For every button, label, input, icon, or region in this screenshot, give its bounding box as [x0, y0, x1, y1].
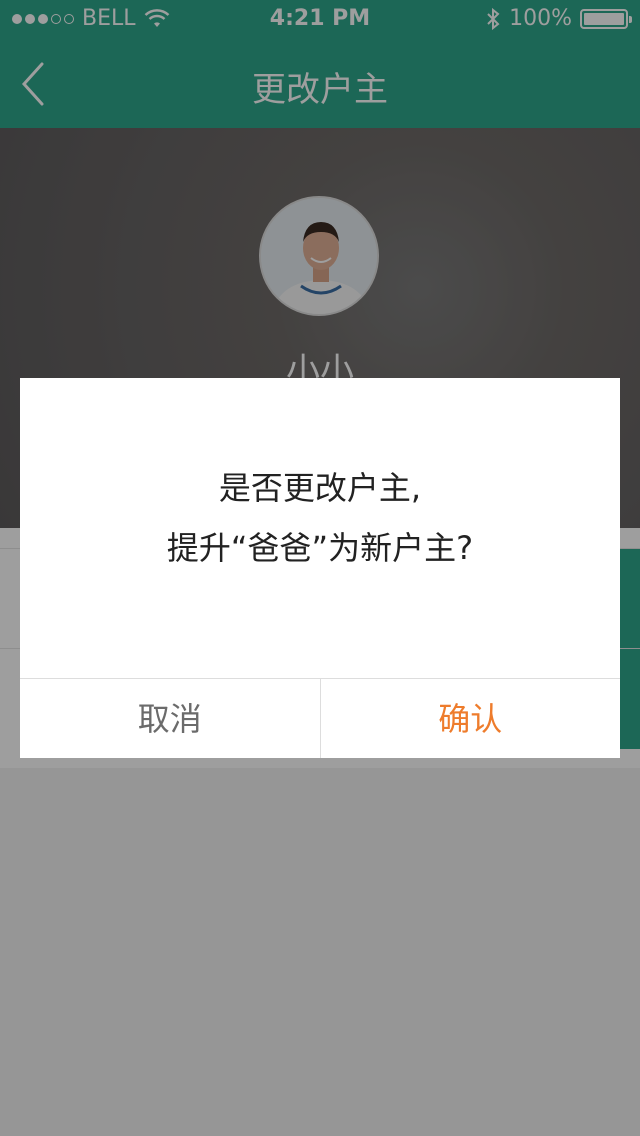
dialog-message-line1: 是否更改户主, — [218, 469, 422, 507]
dialog-message: 是否更改户主, 提升“爸爸”为新户主? — [20, 458, 620, 578]
confirm-dialog: 是否更改户主, 提升“爸爸”为新户主? 取消 确认 — [20, 378, 620, 758]
confirm-button[interactable]: 确认 — [321, 679, 621, 758]
dialog-buttons: 取消 确认 — [20, 678, 620, 758]
cancel-button[interactable]: 取消 — [20, 679, 321, 758]
dialog-message-line2: 提升“爸爸”为新户主? — [166, 529, 474, 567]
